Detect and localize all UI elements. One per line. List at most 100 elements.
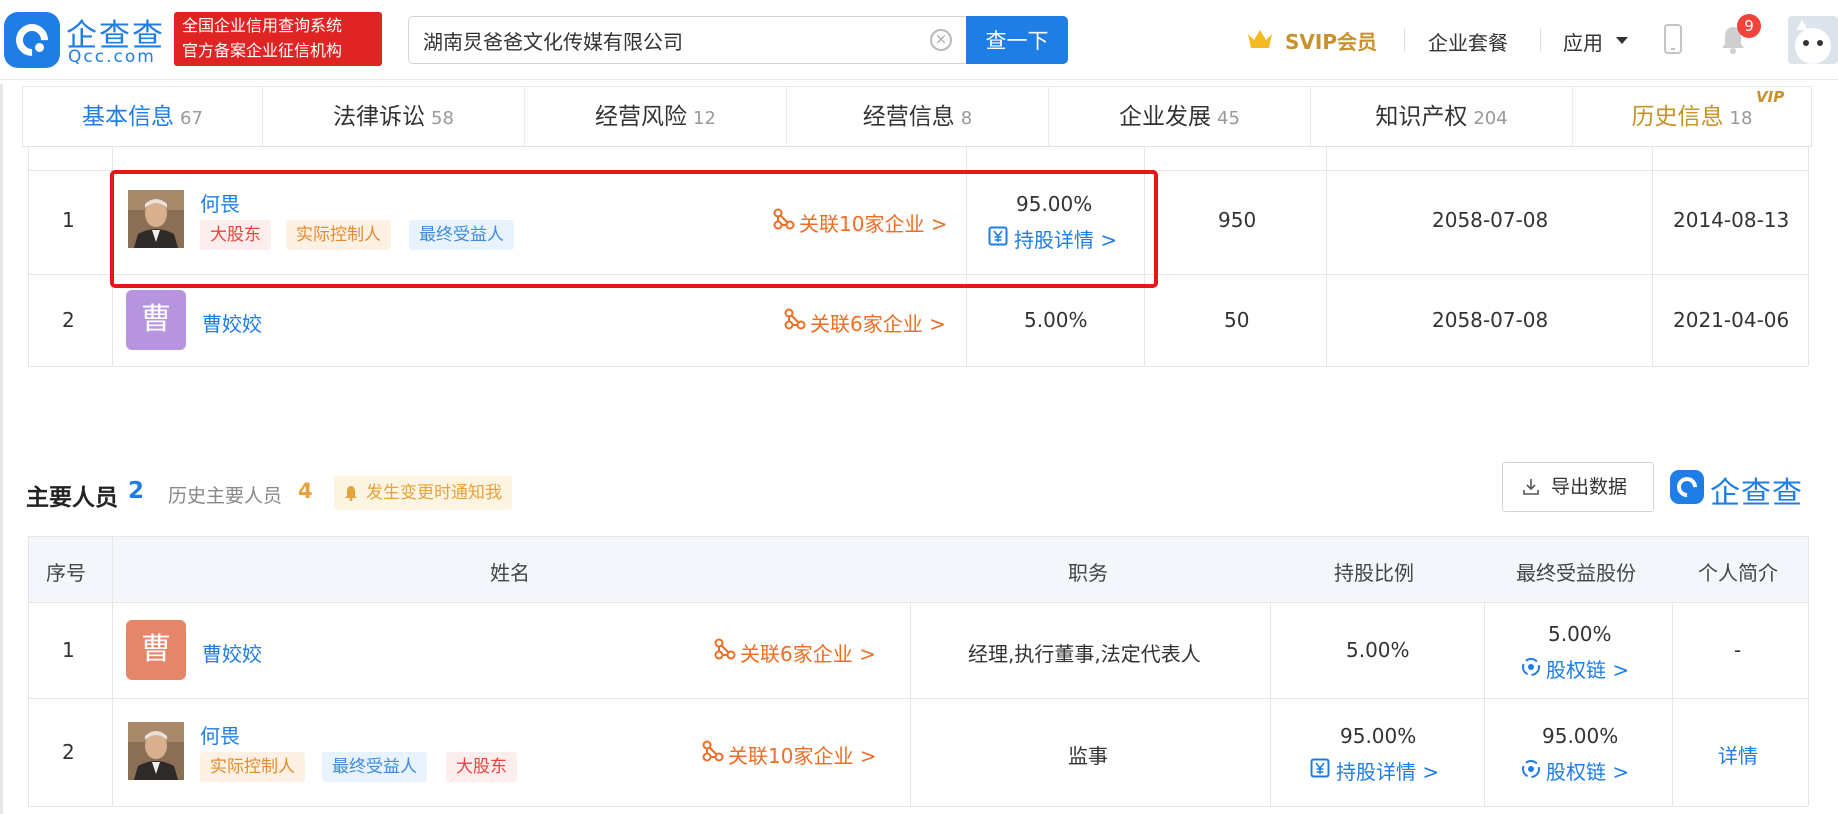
notify-on-change-button[interactable]: 发生变更时通知我 (334, 476, 512, 510)
cert-line-1: 全国企业信用查询系统 (182, 16, 343, 35)
history-personnel-count[interactable]: 4 (298, 479, 313, 503)
tag-ultimate-beneficiary: 最终受益人 (322, 752, 427, 782)
red-highlight-annotation (110, 170, 1158, 288)
shareholding-start-date: 2014-08-13 (1673, 208, 1790, 232)
tab-legal-litigation[interactable]: 法律诉讼 58 (263, 87, 525, 147)
personnel-name-link[interactable]: 何畏 (200, 720, 240, 749)
section-count: 2 (128, 478, 145, 504)
equity-chain-link[interactable]: 股权链 > (1546, 654, 1629, 683)
tab-intellectual-property[interactable]: 知识产权 204 (1311, 87, 1573, 147)
subscription-due-date: 2058-07-08 (1432, 308, 1549, 332)
user-avatar[interactable] (1788, 16, 1838, 64)
notify-label: 发生变更时通知我 (366, 483, 502, 503)
certification-badge: 全国企业信用查询系统 官方备案企业征信机构 (174, 12, 382, 66)
shareholder-name-link[interactable]: 曹姣姣 (202, 308, 262, 337)
personnel-name-link[interactable]: 曹姣姣 (202, 638, 262, 667)
personnel-photo[interactable] (128, 722, 184, 780)
related-companies-link[interactable]: 关联6家企业 > (810, 308, 946, 337)
tab-basic-info[interactable]: 基本信息 67 (23, 87, 263, 147)
shareholder-index: 1 (62, 208, 75, 232)
header-separator (1540, 28, 1541, 52)
subscribed-amount: 50 (1224, 308, 1250, 332)
personnel-share-ratio: 5.00% (1346, 638, 1410, 662)
download-icon (1523, 479, 1539, 495)
table-col-border (28, 146, 29, 366)
table-col-border (1672, 602, 1673, 806)
svip-member-link[interactable]: SVIP会员 (1285, 26, 1377, 55)
table-row-border (28, 536, 1808, 537)
table-col-border (1270, 602, 1271, 806)
relation-graph-icon (702, 740, 724, 762)
table-row-border (28, 602, 1808, 603)
col-header-beneficial-share: 最终受益股份 (1516, 561, 1636, 585)
table-col-border (1326, 146, 1327, 366)
shareholder-avatar[interactable]: 曹 (126, 290, 186, 350)
personnel-position: 监事 (1068, 744, 1108, 768)
tag-actual-controller: 实际控制人 (200, 752, 305, 782)
tab-bar-bottom-border (22, 146, 1812, 147)
table-row-border (28, 806, 1808, 807)
table-row-border (28, 698, 1808, 699)
table-col-border (28, 536, 29, 806)
history-personnel-link[interactable]: 历史主要人员 (168, 481, 282, 508)
personnel-index: 2 (62, 740, 75, 764)
personnel-bio: - (1734, 638, 1742, 662)
table-col-border (1484, 602, 1485, 806)
crown-icon (1248, 30, 1272, 48)
cert-line-2: 官方备案企业征信机构 (182, 41, 343, 60)
section-tab-bar: 基本信息 67 法律诉讼 58 经营风险 12 经营信息 8 企业发展 45 知识产权 20… (22, 86, 1812, 147)
tag-major-shareholder: 大股东 (446, 752, 517, 782)
related-companies-link[interactable]: 关联10家企业 > (728, 740, 877, 769)
personnel-share-ratio: 95.00% (1340, 724, 1417, 748)
subscription-due-date: 2058-07-08 (1432, 208, 1549, 232)
clear-search-icon[interactable]: × (930, 29, 952, 51)
personnel-beneficial-share: 95.00% (1542, 724, 1619, 748)
equity-chain-icon (1522, 760, 1540, 778)
relation-graph-icon (784, 308, 806, 330)
enterprise-package-link[interactable]: 企业套餐 (1428, 27, 1508, 56)
search-box (408, 16, 968, 64)
section-title: 主要人员 (26, 485, 118, 511)
shareholding-ratio: 5.00% (1024, 308, 1088, 332)
search-input[interactable] (423, 17, 923, 63)
qcc-watermark-icon (1670, 470, 1704, 504)
col-header-index: 序号 (46, 561, 86, 585)
header-separator (1404, 28, 1405, 52)
bell-icon (345, 486, 357, 501)
caret-down-icon (1616, 37, 1628, 44)
page-left-edge (0, 84, 3, 814)
apps-menu[interactable]: 应用 (1563, 27, 1603, 56)
personnel-index: 1 (62, 638, 75, 662)
col-header-position: 职务 (1068, 561, 1108, 585)
personnel-beneficial-share: 5.00% (1548, 622, 1612, 646)
search-button[interactable]: 查一下 (966, 16, 1068, 64)
shareholder-index: 2 (62, 308, 75, 332)
tab-business-info[interactable]: 经营信息 8 (787, 87, 1049, 147)
subscribed-amount: 950 (1218, 208, 1257, 232)
table-row-border (28, 366, 1808, 367)
equity-chain-link[interactable]: 股权链 > (1546, 756, 1629, 785)
table-col-border (1808, 146, 1809, 366)
table-col-border (112, 536, 113, 806)
table-col-border (1808, 536, 1809, 806)
relation-graph-icon (714, 638, 736, 660)
col-header-bio: 个人简介 (1698, 561, 1778, 585)
personnel-position: 经理,执行董事,法定代表人 (968, 642, 1201, 666)
personnel-avatar[interactable]: 曹 (126, 620, 186, 680)
equity-chain-icon (1522, 658, 1540, 676)
personnel-bio-detail-link[interactable]: 详情 (1718, 740, 1758, 769)
qcc-watermark-text: 企查查 (1710, 476, 1803, 511)
tab-business-risk[interactable]: 经营风险 12 (525, 87, 787, 147)
shareholding-start-date: 2021-04-06 (1673, 308, 1790, 332)
col-header-name: 姓名 (490, 561, 530, 585)
mobile-phone-icon[interactable] (1664, 24, 1682, 54)
shareholding-detail-link[interactable]: 持股详情 > (1336, 756, 1439, 785)
related-companies-link[interactable]: 关联6家企业 > (740, 638, 876, 667)
table-col-border (910, 602, 911, 806)
tab-enterprise-development[interactable]: 企业发展 45 (1049, 87, 1311, 147)
col-header-share-ratio: 持股比例 (1334, 561, 1414, 585)
table-col-border (1652, 146, 1653, 366)
logo-domain: Qcc.com (68, 47, 156, 67)
qcc-logo-icon[interactable] (4, 12, 60, 68)
shareholding-detail-icon (1310, 758, 1330, 778)
